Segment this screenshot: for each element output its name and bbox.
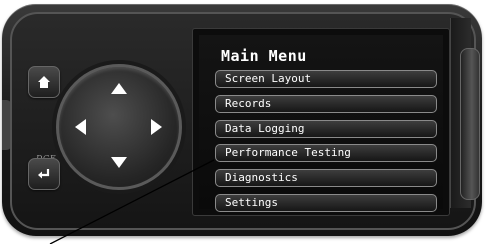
menu-item-screen-layout[interactable]: Screen Layout	[215, 70, 437, 88]
display-screen: Main Menu Screen Layout Records Data Log…	[199, 35, 443, 212]
handheld-device: DGE Main Menu Screen Layout Records Data…	[2, 4, 482, 236]
menu-item-records[interactable]: Records	[215, 94, 437, 113]
directional-pad	[56, 64, 182, 190]
home-button[interactable]	[28, 66, 60, 98]
up-arrow-button[interactable]	[111, 83, 127, 94]
left-arrow-button[interactable]	[75, 119, 86, 135]
menu-item-diagnostics[interactable]: Diagnostics	[215, 169, 437, 188]
display-frame: Main Menu Screen Layout Records Data Log…	[192, 28, 450, 216]
enter-return-icon	[38, 169, 50, 179]
mount-clip	[460, 48, 480, 200]
home-icon	[38, 76, 50, 88]
menu-title: Main Menu	[221, 47, 307, 65]
right-arrow-button[interactable]	[151, 119, 162, 135]
keypad: DGE	[16, 44, 184, 204]
down-arrow-button[interactable]	[111, 157, 127, 168]
enter-button[interactable]	[28, 158, 60, 190]
menu-item-settings[interactable]: Settings	[215, 193, 437, 212]
menu-item-performance-testing[interactable]: Performance Testing	[215, 144, 437, 163]
menu-item-data-logging[interactable]: Data Logging	[215, 119, 437, 138]
menu-list: Screen Layout Records Data Logging Perfo…	[215, 70, 437, 219]
